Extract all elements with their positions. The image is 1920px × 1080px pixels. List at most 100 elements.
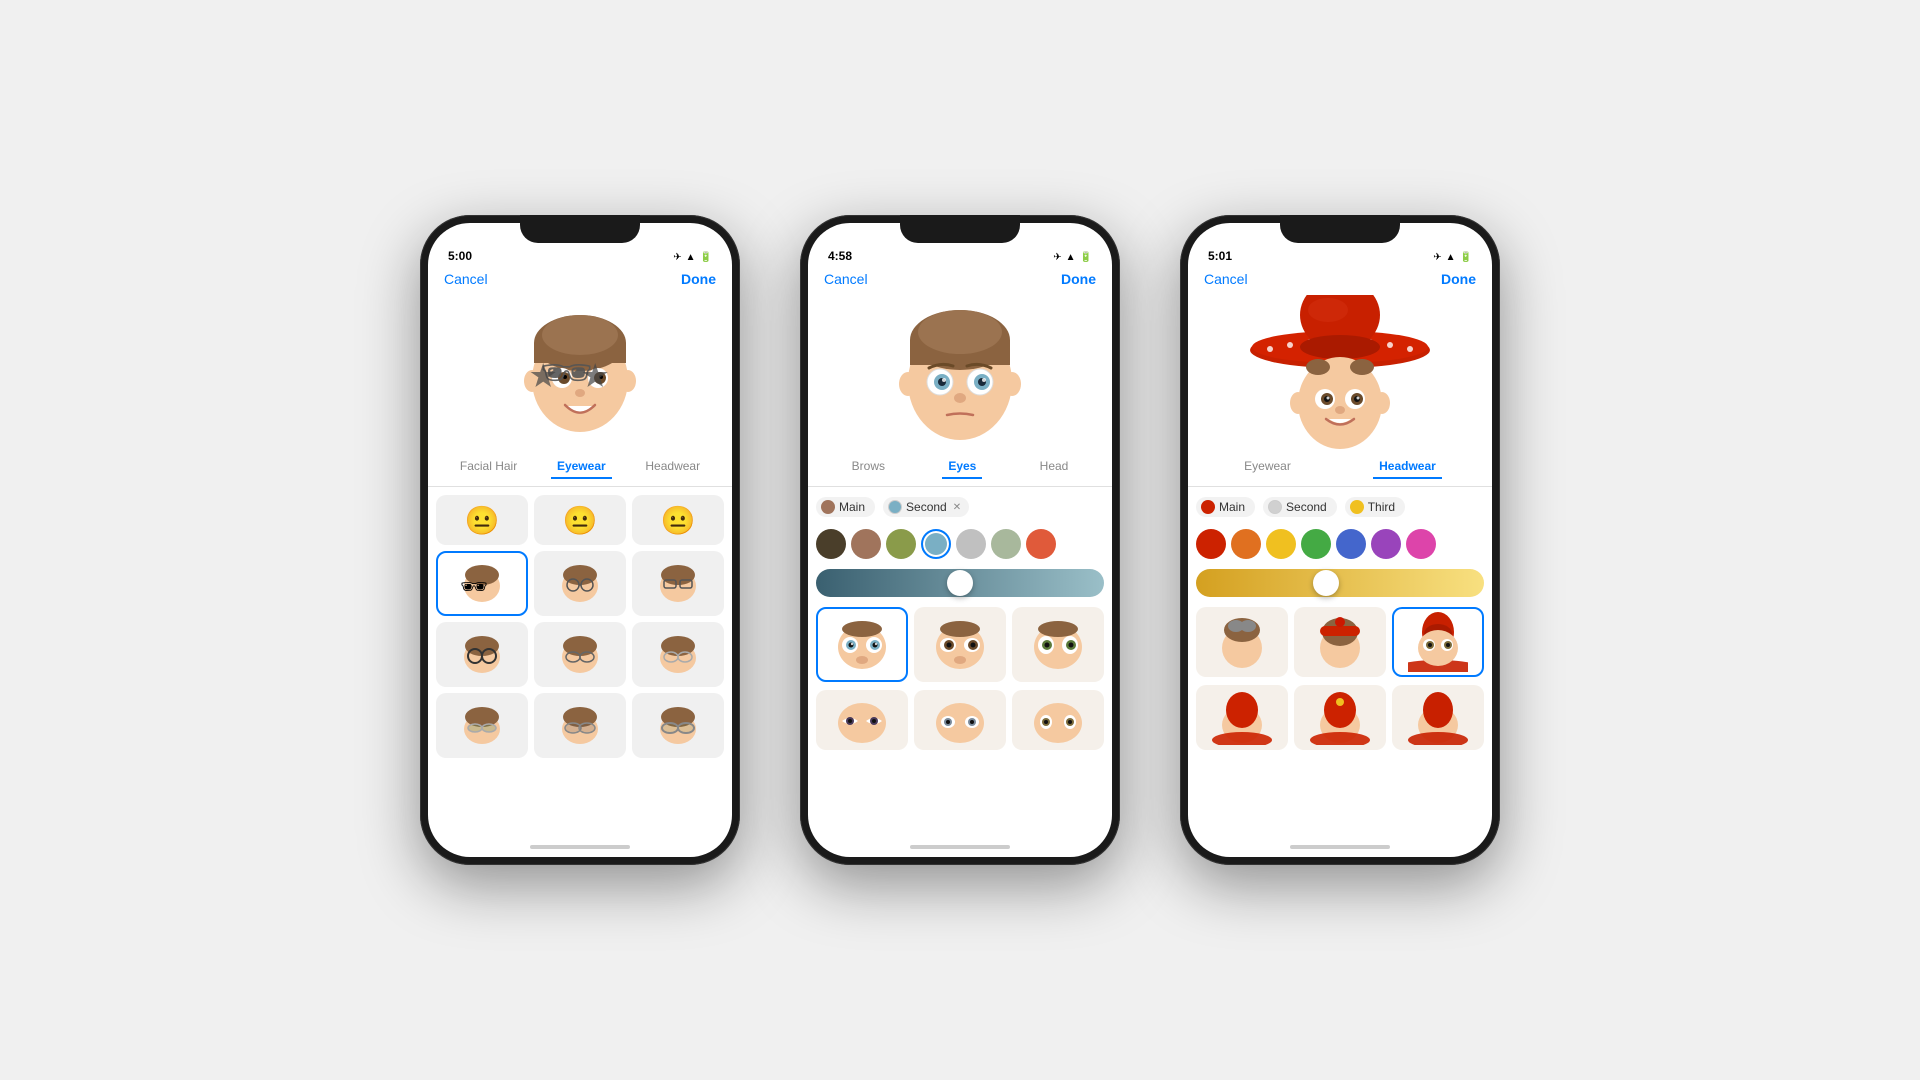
headwear-item-1[interactable] bbox=[1294, 607, 1386, 677]
done-button-2[interactable]: Done bbox=[1061, 271, 1096, 287]
tab-headwear-3[interactable]: Headwear bbox=[1373, 455, 1442, 479]
status-icons-2: ✈ ▲ 🔋 bbox=[1053, 252, 1092, 263]
eyewear-item-1-0-selected[interactable]: 🕶 bbox=[436, 551, 528, 616]
headwear-item-5[interactable] bbox=[1392, 685, 1484, 750]
eye-style-1[interactable] bbox=[914, 607, 1006, 682]
headwear-item-0[interactable] bbox=[1196, 607, 1288, 677]
cancel-button-2[interactable]: Cancel bbox=[824, 271, 868, 287]
eyewear-item-3-1[interactable] bbox=[534, 693, 626, 758]
eyewear-item-1-2[interactable] bbox=[632, 551, 724, 616]
second-dot-2 bbox=[888, 500, 902, 514]
swatch-2-5[interactable] bbox=[991, 529, 1021, 559]
slider-track-2[interactable] bbox=[816, 569, 1104, 597]
headwear-item-2-selected[interactable] bbox=[1392, 607, 1484, 677]
eyewear-item-2-1[interactable] bbox=[534, 622, 626, 687]
main-pill-2[interactable]: Main bbox=[816, 497, 875, 517]
slider-container-2[interactable] bbox=[816, 567, 1104, 599]
wifi-icon-2: ▲ bbox=[1066, 252, 1076, 263]
swatch-3-5[interactable] bbox=[1371, 529, 1401, 559]
main-dot-2 bbox=[821, 500, 835, 514]
battery-icon: 🔋 bbox=[700, 252, 712, 263]
second-pill-2[interactable]: Second ✕ bbox=[883, 497, 969, 517]
time-2: 4:58 bbox=[828, 249, 852, 263]
slider-container-3[interactable] bbox=[1196, 567, 1484, 599]
swatches-2 bbox=[816, 529, 1104, 559]
eyewear-row-1: 🕶 bbox=[436, 551, 724, 616]
eyewear-item-2-2[interactable] bbox=[632, 622, 724, 687]
wifi-icon: ▲ bbox=[686, 252, 696, 263]
second-close-2[interactable]: ✕ bbox=[953, 502, 961, 513]
tab-eyes[interactable]: Eyes bbox=[942, 455, 982, 479]
third-label-3: Third bbox=[1368, 500, 1395, 514]
swatch-3-0[interactable] bbox=[1196, 529, 1226, 559]
swatch-3-4[interactable] bbox=[1336, 529, 1366, 559]
eye-style-5[interactable] bbox=[1012, 690, 1104, 750]
headwear-item-3[interactable] bbox=[1196, 685, 1288, 750]
swatch-2-0[interactable] bbox=[816, 529, 846, 559]
eyes-content: Main Second ✕ bbox=[808, 487, 1112, 837]
cancel-button-3[interactable]: Cancel bbox=[1204, 271, 1248, 287]
status-icons-1: ✈ ▲ 🔋 bbox=[673, 252, 712, 263]
eyewear-item-0-2[interactable]: 😐 bbox=[632, 495, 724, 545]
color-pills-3: Main Second Third bbox=[1196, 493, 1484, 521]
eye-style-4[interactable] bbox=[914, 690, 1006, 750]
eye-style-2[interactable] bbox=[1012, 607, 1104, 682]
swatch-2-6[interactable] bbox=[1026, 529, 1056, 559]
slider-thumb-2[interactable] bbox=[947, 570, 973, 596]
notch-1 bbox=[520, 215, 640, 243]
done-button-1[interactable]: Done bbox=[681, 271, 716, 287]
eyewear-item-2-0[interactable] bbox=[436, 622, 528, 687]
cancel-button-1[interactable]: Cancel bbox=[444, 271, 488, 287]
eyewear-item-0-1[interactable]: 😐 bbox=[534, 495, 626, 545]
eyewear-item-3-0[interactable] bbox=[436, 693, 528, 758]
avatar-2 bbox=[885, 300, 1035, 450]
phone-2-screen: 4:58 ✈ ▲ 🔋 Cancel Done bbox=[808, 223, 1112, 857]
avatar-area-2 bbox=[808, 295, 1112, 455]
eyewear-item-0-0[interactable]: 😐 bbox=[436, 495, 528, 545]
swatch-3-1[interactable] bbox=[1231, 529, 1261, 559]
eye-style-grid-2 bbox=[816, 690, 1104, 750]
tab-headwear-1[interactable]: Headwear bbox=[639, 455, 706, 478]
eye-style-0-selected[interactable] bbox=[816, 607, 908, 682]
main-pill-3[interactable]: Main bbox=[1196, 497, 1255, 517]
second-label-3: Second bbox=[1286, 500, 1327, 514]
main-dot-3 bbox=[1201, 500, 1215, 514]
tab-head[interactable]: Head bbox=[1034, 455, 1075, 478]
third-pill-3[interactable]: Third bbox=[1345, 497, 1405, 517]
home-indicator-3 bbox=[1188, 837, 1492, 857]
eyewear-item-3-2[interactable] bbox=[632, 693, 724, 758]
main-label-2: Main bbox=[839, 500, 865, 514]
tab-eyewear-3[interactable]: Eyewear bbox=[1238, 455, 1297, 478]
slider-thumb-3[interactable] bbox=[1313, 570, 1339, 596]
swatch-2-1[interactable] bbox=[851, 529, 881, 559]
nav-bar-3: Cancel Done bbox=[1188, 267, 1492, 295]
second-label-2: Second bbox=[906, 500, 947, 514]
eye-style-grid bbox=[816, 607, 1104, 682]
notch-2 bbox=[900, 215, 1020, 243]
tab-eyewear[interactable]: Eyewear bbox=[551, 455, 612, 479]
time-3: 5:01 bbox=[1208, 249, 1232, 263]
home-bar-2 bbox=[910, 845, 1010, 849]
done-button-3[interactable]: Done bbox=[1441, 271, 1476, 287]
tab-facial-hair[interactable]: Facial Hair bbox=[454, 455, 523, 478]
swatch-3-3[interactable] bbox=[1301, 529, 1331, 559]
eyewear-row-2 bbox=[436, 622, 724, 687]
tab-brows[interactable]: Brows bbox=[846, 455, 891, 478]
swatch-2-4[interactable] bbox=[956, 529, 986, 559]
eye-style-3[interactable] bbox=[816, 690, 908, 750]
main-label-3: Main bbox=[1219, 500, 1245, 514]
avatar-1: 🕶 bbox=[510, 305, 650, 445]
second-pill-3[interactable]: Second bbox=[1263, 497, 1337, 517]
swatches-3 bbox=[1196, 529, 1484, 559]
svg-text:🕶: 🕶 bbox=[460, 574, 488, 599]
swatch-3-6[interactable] bbox=[1406, 529, 1436, 559]
eyewear-item-1-1[interactable] bbox=[534, 551, 626, 616]
slider-track-3[interactable] bbox=[1196, 569, 1484, 597]
swatch-2-3-selected[interactable] bbox=[921, 529, 951, 559]
headwear-item-4[interactable] bbox=[1294, 685, 1386, 750]
home-bar-1 bbox=[530, 845, 630, 849]
home-indicator-2 bbox=[808, 837, 1112, 857]
swatch-2-2[interactable] bbox=[886, 529, 916, 559]
swatch-3-2[interactable] bbox=[1266, 529, 1296, 559]
airplane-icon: ✈ bbox=[673, 252, 681, 263]
